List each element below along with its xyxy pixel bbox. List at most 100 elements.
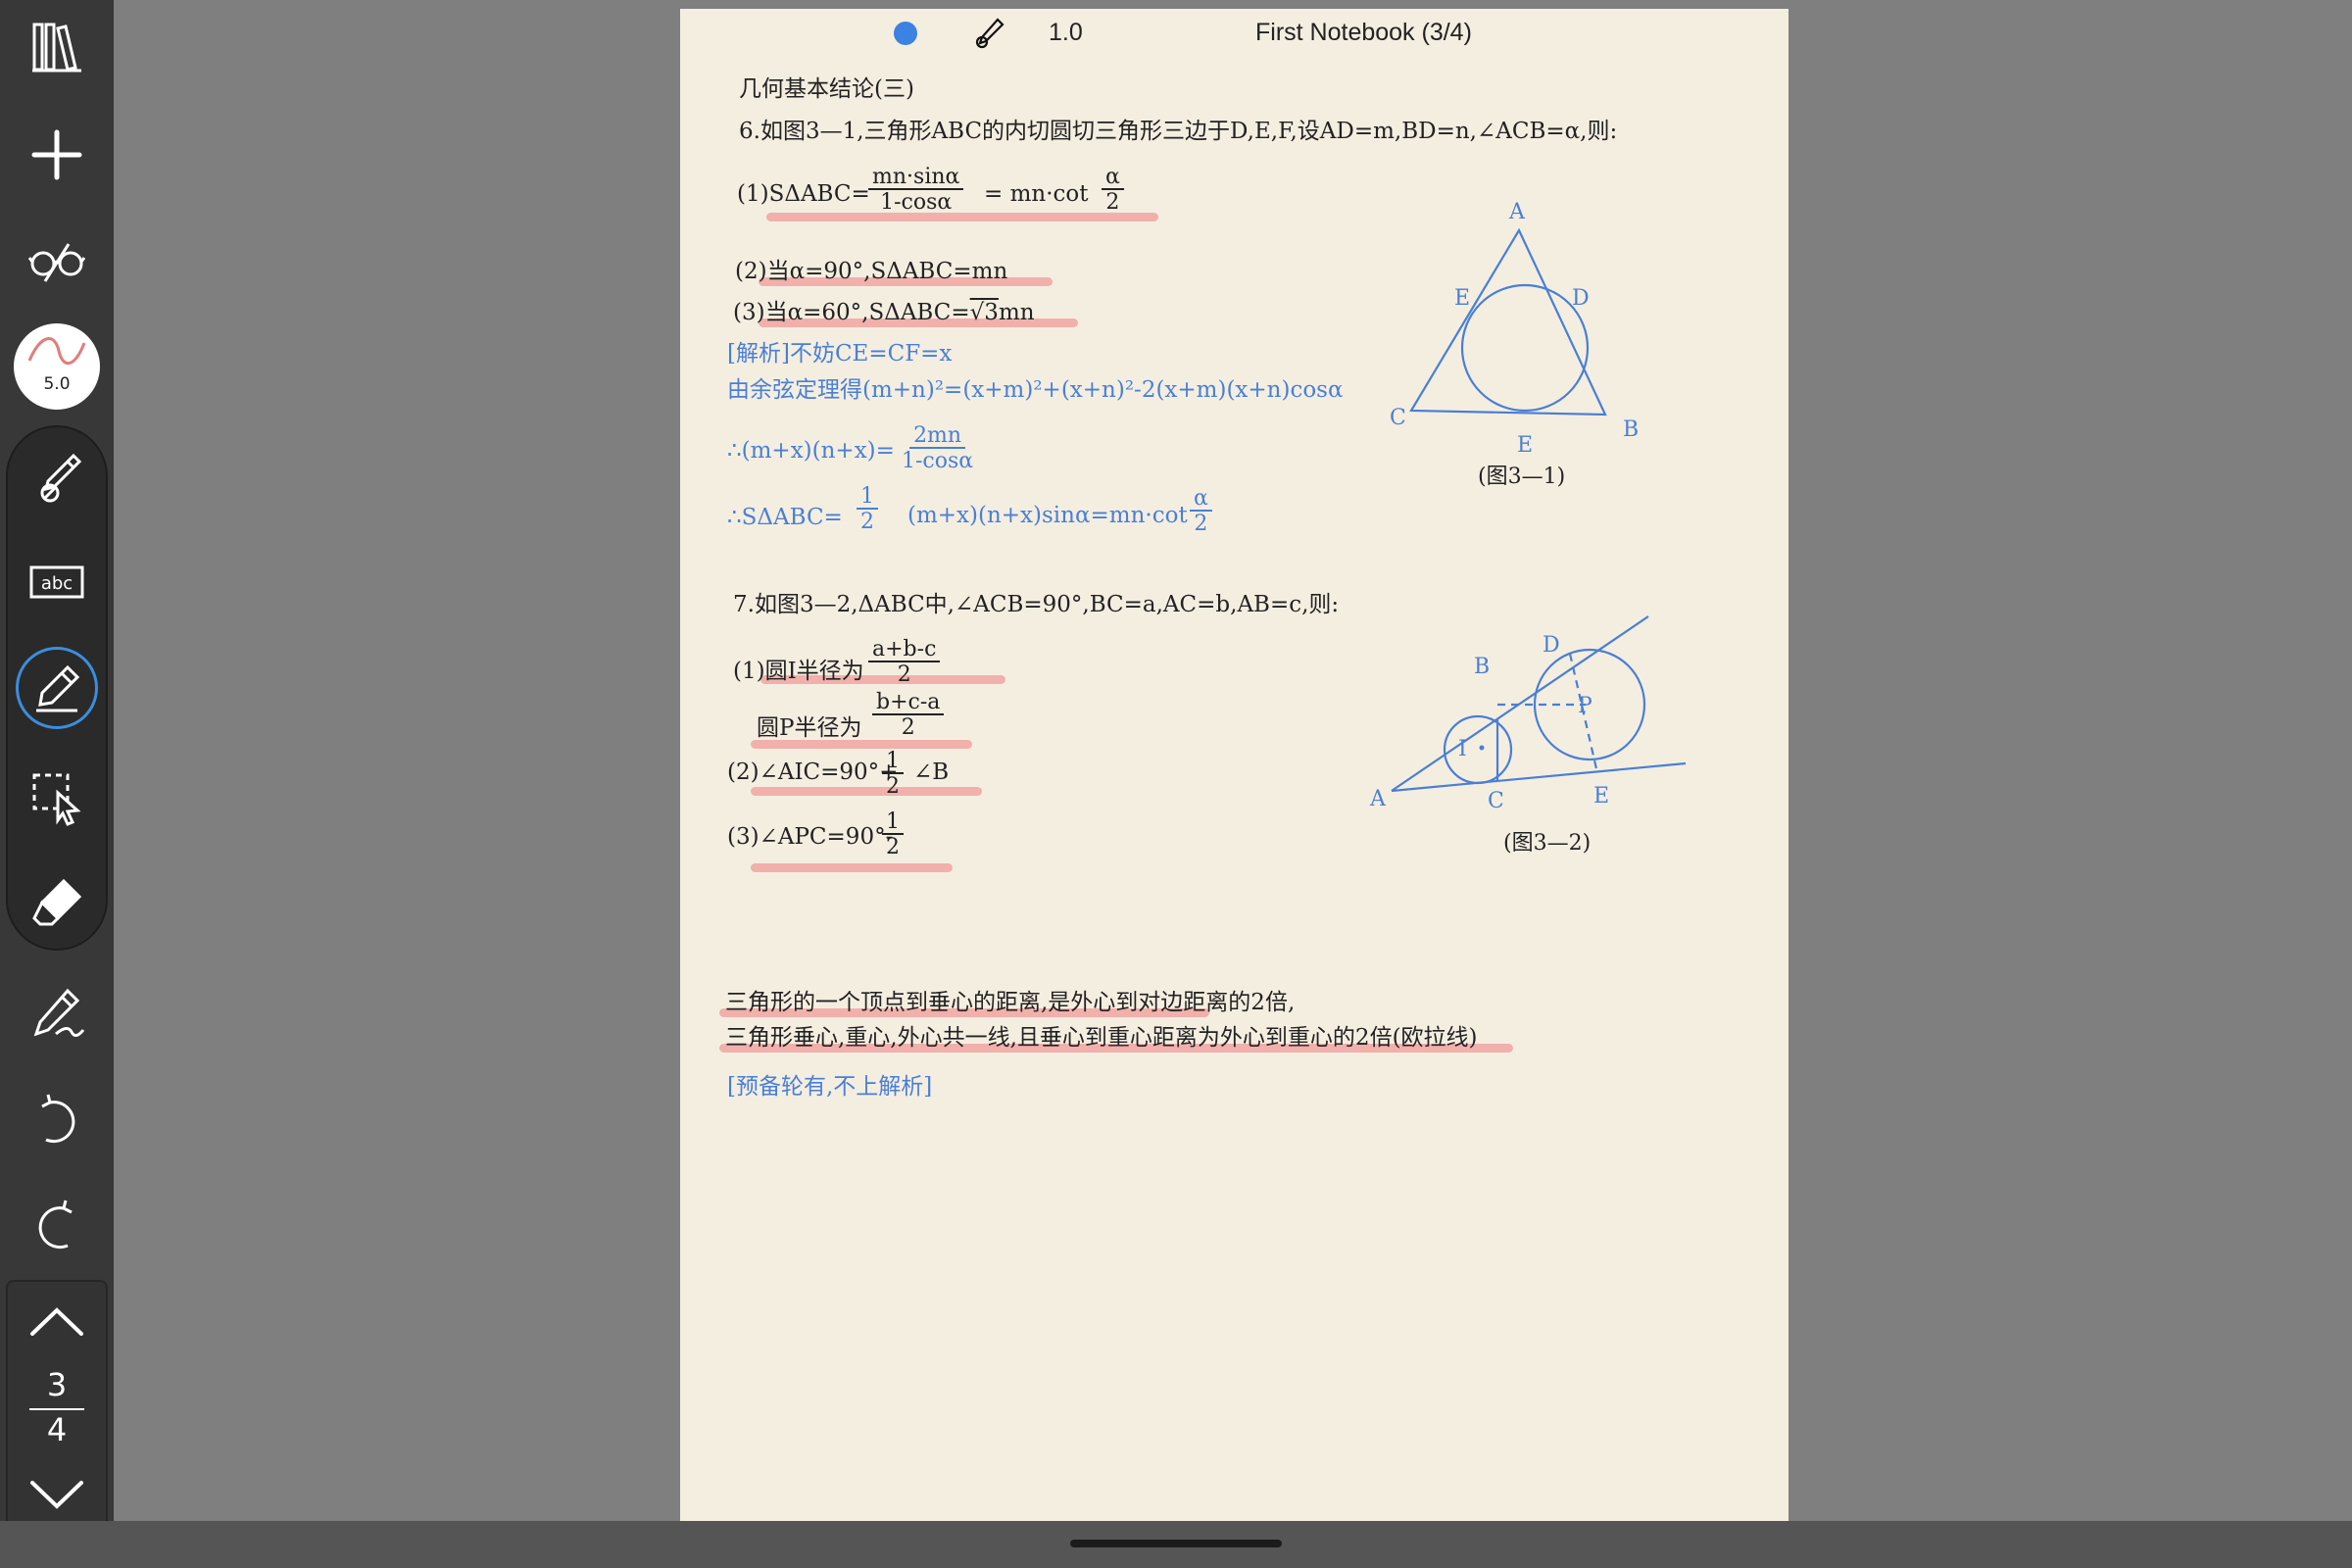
- line-ab: [1391, 615, 1649, 792]
- label-e-left: E: [1454, 286, 1470, 311]
- add-page-button[interactable]: [14, 112, 100, 198]
- label-d2: D: [1543, 633, 1560, 658]
- label-e2: E: [1593, 784, 1609, 808]
- label-p: P: [1578, 694, 1592, 718]
- redo-icon: [38, 1200, 73, 1250]
- p7-a2-den: 2: [886, 774, 900, 800]
- pen-color-swatch[interactable]: [894, 22, 917, 45]
- undo-button[interactable]: [14, 1076, 100, 1162]
- point-i: [1479, 745, 1485, 751]
- highlight-stroke: [766, 213, 1158, 221]
- highlighter-tool[interactable]: [14, 645, 100, 731]
- euler-note-2: 三角形垂心,重心,外心共一线,且垂心到重心距离为外心到重心的2倍(欧拉线): [725, 1025, 1478, 1051]
- undo-icon: [41, 1094, 75, 1144]
- p7-a3-num: 1: [882, 810, 904, 836]
- p7-intro: 7.如图3—2,ΔABC中,∠ACB=90°,BC=a,AC=b,AB=c,则:: [733, 592, 1340, 617]
- p6-f1-pre: (1)SΔABC=: [737, 181, 870, 207]
- notebook-page[interactable]: 1.0 First Notebook (3/4) 几何基本结论(三) 6.如图3…: [680, 9, 1788, 1558]
- brush-size-icon: [27, 337, 86, 365]
- note-heading: 几何基本结论(三): [739, 76, 914, 102]
- pen-settings-button[interactable]: [14, 970, 100, 1056]
- p7-a3-den: 2: [886, 835, 900, 860]
- lasso-select-tool[interactable]: [14, 755, 100, 841]
- pen-icon: [40, 453, 82, 503]
- page-down-icon: [30, 1481, 83, 1509]
- p6-sol4-num: 1: [857, 485, 878, 511]
- text-icon: abc: [29, 565, 84, 599]
- p7-a3-fraction: 1 2: [882, 810, 904, 858]
- pen-type-icon[interactable]: [972, 17, 1005, 50]
- p6-sol3-fraction: 2mn 1-cosα: [902, 424, 973, 472]
- pen-tool[interactable]: [14, 435, 100, 521]
- p7-r2-num: b+c-a: [872, 691, 945, 716]
- highlight-stroke: [751, 863, 953, 872]
- lasso-select-icon: [32, 773, 81, 826]
- line-ae: [1391, 761, 1687, 793]
- stroke-width-value[interactable]: 1.0: [1049, 19, 1083, 47]
- label-a: A: [1508, 200, 1526, 224]
- p6-sol4-den: 2: [860, 510, 874, 535]
- p6-f3-root: √3: [969, 300, 999, 325]
- label-a2: A: [1369, 787, 1387, 811]
- p6-sol4-num2: α: [1190, 487, 1212, 513]
- p6-sol3-num: 2mn: [909, 424, 966, 450]
- p6-f1-num2: α: [1102, 166, 1124, 191]
- library-button[interactable]: [14, 4, 100, 90]
- svg-text:abc: abc: [41, 573, 73, 594]
- p7-r2-fraction: b+c-a 2: [872, 691, 945, 741]
- p7-r2-den: 2: [901, 715, 915, 741]
- p6-solution-3-pre: ∴(m+x)(n+x)=: [727, 438, 895, 464]
- p6-sol3-den: 1-cosα: [902, 449, 974, 474]
- p7-r1-fraction: a+b-c 2: [868, 638, 941, 688]
- circle-i: [1443, 714, 1513, 785]
- p6-f3-row: (3)当α=60°,SΔABC=√3mn: [733, 293, 1035, 326]
- incircle: [1460, 283, 1590, 413]
- p6-f1-den: 1-cosα: [880, 190, 953, 216]
- p6-sol4-den2: 2: [1194, 512, 1208, 537]
- label-i: I: [1458, 737, 1467, 761]
- home-indicator[interactable]: [1070, 1540, 1282, 1547]
- pen-settings-icon: [33, 988, 85, 1037]
- p7-a2-fraction: 1 2: [882, 750, 904, 798]
- total-page-number: 4: [46, 1411, 68, 1448]
- p6-sol4-fraction2: α 2: [1190, 487, 1212, 535]
- p6-solution-2: 由余弦定理得(m+n)²=(x+m)²+(x+n)²-2(x+m)(x+n)co…: [727, 377, 1344, 403]
- brush-size-value: 5.0: [43, 374, 71, 394]
- library-icon: [32, 23, 81, 73]
- p7-a3-pre: (3)∠APC=90°-: [727, 824, 894, 850]
- figure-3-2: A B D I P C E (图3—2): [1369, 615, 1687, 856]
- text-tool[interactable]: abc: [14, 539, 100, 625]
- euler-note-1: 三角形的一个顶点到垂心的距离,是外心到对边距离的2倍,: [725, 990, 1296, 1015]
- label-d: D: [1572, 286, 1590, 311]
- p6-f1-fraction: mn·sinα 1-cosα: [868, 166, 964, 216]
- notebook-title: First Notebook (3/4): [1255, 19, 1472, 46]
- p7-a2-pre: (2)∠AIC=90°+: [727, 760, 899, 785]
- p7-a2-post: ∠B: [913, 760, 950, 785]
- p6-intro: 6.如图3—1,三角形ABC的内切圆切三角形三边于D,E,F,设AD=m,BD=…: [739, 119, 1618, 144]
- figure-3-2-caption: (图3—2): [1503, 831, 1591, 856]
- label-c: C: [1390, 406, 1406, 430]
- reading-glasses-icon: [28, 243, 85, 282]
- label-e-bottom: E: [1517, 433, 1533, 458]
- p6-solution-4-mid: (m+x)(n+x)sinα=mn·cot: [907, 503, 1188, 528]
- left-toolbar: 5.0 abc 3 4: [0, 0, 114, 1568]
- brush-size-button[interactable]: 5.0: [14, 323, 100, 410]
- label-b2: B: [1474, 655, 1490, 679]
- p6-f1-mid: = mn·cot: [984, 181, 1089, 207]
- p7-r2-pre: 圆P半径为: [757, 715, 862, 741]
- figure-3-1: A E D C B E (图3—1): [1390, 200, 1639, 489]
- p6-solution-4-pre: ∴SΔABC=: [727, 505, 843, 530]
- eraser-tool[interactable]: [14, 858, 100, 945]
- current-page-number: 3: [46, 1366, 68, 1403]
- label-b: B: [1623, 417, 1639, 442]
- redo-button[interactable]: [14, 1182, 100, 1268]
- p6-f1-num: mn·sinα: [868, 166, 964, 191]
- previous-page-button[interactable]: [14, 1280, 100, 1366]
- reading-mode-button[interactable]: [14, 218, 100, 304]
- p6-f1-fraction2: α 2: [1102, 166, 1124, 214]
- p7-r1-pre: (1)圆I半径为: [733, 659, 864, 684]
- reserve-note: [预备轮有,不上解析]: [727, 1074, 933, 1100]
- p7-r1-den: 2: [897, 662, 911, 688]
- eraser-icon: [32, 878, 82, 926]
- p6-sol4-fraction: 1 2: [857, 485, 878, 533]
